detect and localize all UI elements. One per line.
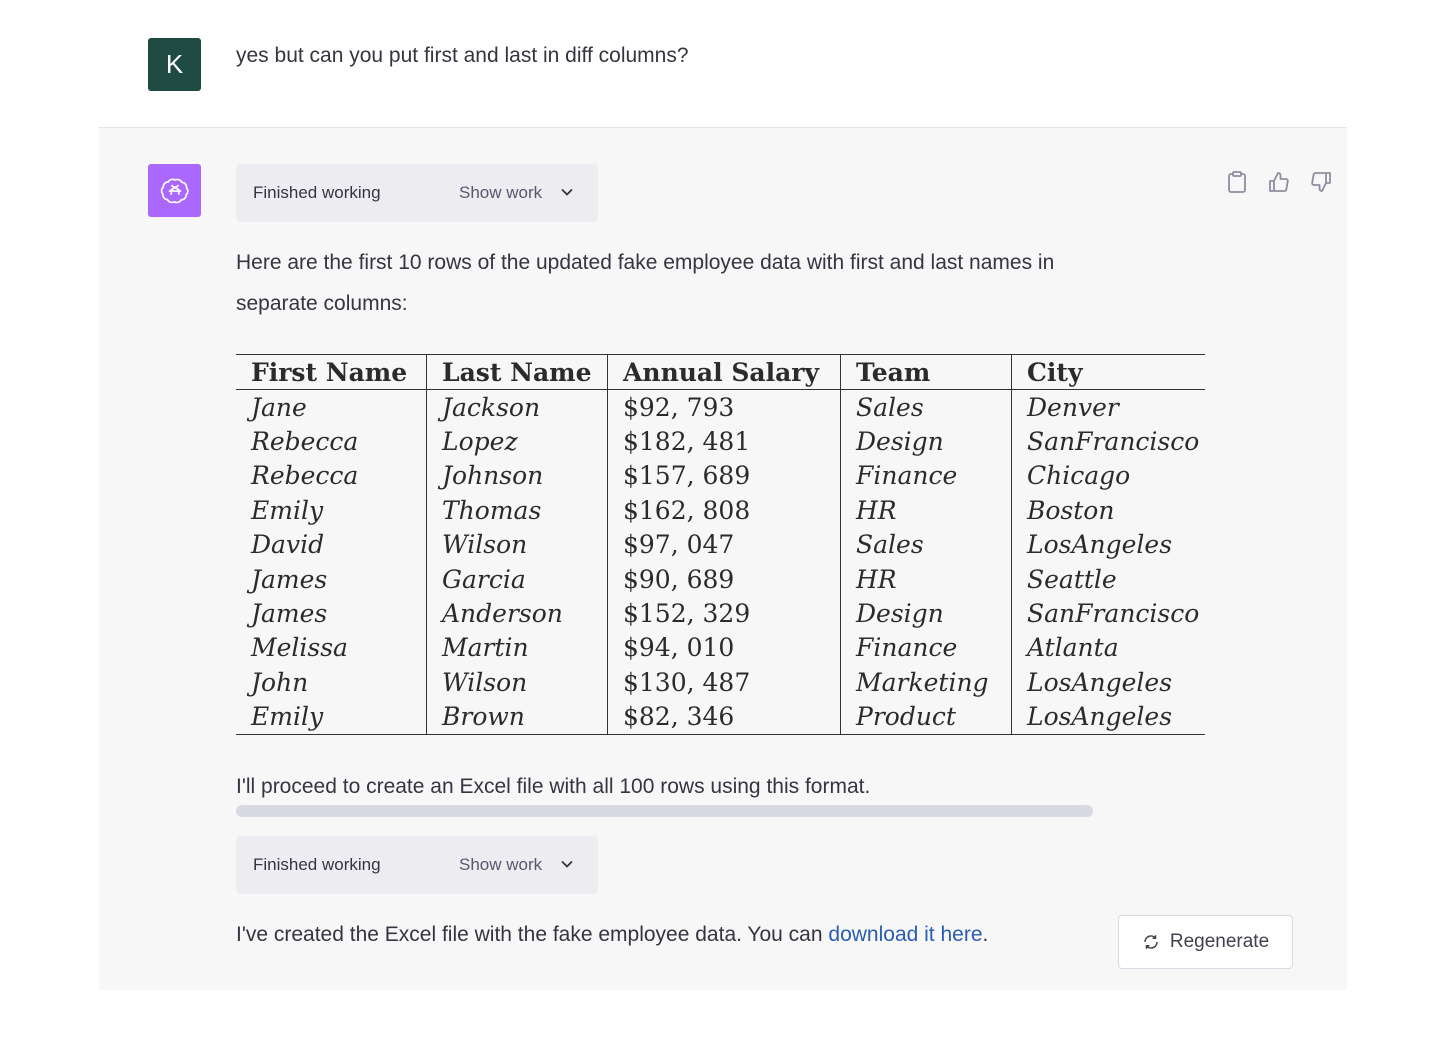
final-text-body: I've created the Excel file with the fak… — [236, 923, 829, 946]
table-row: James Garcia $90, 689 HR Seattle — [236, 561, 1205, 597]
table-cell: Brown — [426, 699, 608, 735]
chevron-down-icon[interactable] — [559, 856, 575, 877]
show-work-button[interactable]: Show work — [459, 183, 542, 203]
table-cell: Design — [840, 424, 1012, 459]
table-cell: Finance — [840, 458, 1012, 494]
table-cell: Denver — [1011, 389, 1205, 425]
intro-line-1: Here are the first 10 rows of the update… — [236, 251, 1055, 274]
table-header-cell: First Name — [236, 354, 427, 390]
working-status-1: Finished working Show work — [236, 164, 598, 222]
thumbs-up-icon[interactable] — [1265, 168, 1293, 196]
table-cell: $182, 481 — [607, 424, 841, 459]
table-cell: SanFrancisco — [1011, 596, 1205, 631]
table-cell: Thomas — [426, 493, 608, 528]
table-cell: Chicago — [1011, 458, 1205, 494]
table-cell: Garcia — [426, 561, 608, 597]
table-cell: Anderson — [426, 596, 608, 631]
user-message-text: yes but can you put first and last in di… — [236, 44, 689, 67]
download-link[interactable]: download it here — [828, 923, 982, 946]
table-cell: Rebecca — [251, 427, 359, 457]
intro-text: Here are the first 10 rows of the update… — [236, 242, 1196, 324]
table-cell: LosAngeles — [1011, 699, 1205, 735]
table-cell: Wilson — [426, 665, 608, 700]
table-row: James Anderson $152, 329 Design SanFrancisco — [236, 596, 1205, 631]
table-cell: LosAngeles — [1011, 527, 1205, 562]
table-cell: $162, 808 — [607, 493, 841, 528]
table-cell: John — [251, 667, 309, 697]
table-row: Emily Thomas $162, 808 HR Boston — [236, 493, 1205, 528]
table-cell: SanFrancisco — [1011, 424, 1205, 459]
table-cell: David — [251, 530, 325, 560]
regenerate-button[interactable]: Regenerate — [1118, 915, 1293, 969]
table-cell: HR — [840, 493, 1012, 528]
table-cell: Seattle — [1011, 561, 1205, 597]
table-row: Rebecca Lopez $182, 481 Design SanFrancisco — [236, 424, 1205, 459]
table-cell: $157, 689 — [607, 458, 841, 494]
table-cell: James — [251, 564, 328, 594]
thumbs-down-icon[interactable] — [1307, 168, 1335, 196]
table-header-cell: Team — [840, 354, 1012, 390]
working-status-label: Finished working — [253, 183, 381, 202]
table-cell: Design — [840, 596, 1012, 631]
table-cell: $90, 689 — [607, 561, 841, 597]
table-cell: Martin — [426, 630, 608, 666]
table-cell: Lopez — [426, 424, 608, 459]
table-header-cell: Last Name — [426, 354, 608, 390]
table-cell: Emily — [251, 702, 324, 732]
copy-icon[interactable] — [1223, 168, 1251, 196]
progress-bar — [236, 805, 1093, 817]
proceed-text: I'll proceed to create an Excel file wit… — [236, 775, 871, 798]
table-cell: $152, 329 — [607, 596, 841, 631]
table-cell: $82, 346 — [607, 699, 841, 735]
openai-logo-icon — [160, 178, 189, 203]
table-row: John Wilson $130, 487 Marketing LosAngeles — [236, 665, 1205, 700]
final-text: I've created the Excel file with the fak… — [236, 914, 1196, 955]
table-header-row: First Name Last Name Annual Salary Team … — [236, 354, 1205, 390]
table-cell: James — [251, 599, 328, 629]
regenerate-icon — [1144, 935, 1158, 949]
table-row: Rebecca Johnson $157, 689 Finance Chicago — [236, 458, 1205, 494]
table-cell: Sales — [840, 389, 1012, 425]
table-cell: $130, 487 — [607, 665, 841, 700]
table-row: David Wilson $97, 047 Sales LosAngeles — [236, 527, 1205, 562]
table-cell: Product — [840, 699, 1012, 735]
chevron-down-icon[interactable] — [559, 184, 575, 205]
assistant-message: Finished working Show work Here are the … — [99, 128, 1347, 990]
table-cell: Boston — [1011, 493, 1205, 528]
table-cell: Emily — [251, 495, 324, 525]
table-cell: $97, 047 — [607, 527, 841, 562]
user-message: K yes but can you put first and last in … — [99, 24, 1347, 128]
assistant-avatar — [148, 164, 201, 217]
table-cell: HR — [840, 561, 1012, 597]
final-text-end: . — [982, 923, 989, 946]
show-work-button[interactable]: Show work — [459, 855, 542, 875]
table-cell: Jackson — [426, 389, 608, 425]
table-header-cell: Annual Salary — [607, 354, 841, 390]
table-cell: LosAngeles — [1011, 665, 1205, 700]
table-cell: Melissa — [251, 633, 348, 663]
working-status-2: Finished working Show work — [236, 836, 598, 894]
message-actions — [1223, 168, 1335, 196]
table-row: Jane Jackson $92, 793 Sales Denver — [236, 389, 1205, 425]
user-avatar: K — [148, 38, 201, 91]
table-cell: Sales — [840, 527, 1012, 562]
table-cell: Atlanta — [1011, 630, 1205, 666]
regenerate-label: Regenerate — [1169, 931, 1270, 952]
table-cell: Finance — [840, 630, 1012, 666]
table-row: Melissa Martin $94, 010 Finance Atlanta — [236, 630, 1205, 666]
table-cell: Rebecca — [251, 461, 359, 491]
table-cell: $92, 793 — [607, 389, 841, 425]
table-cell: Wilson — [426, 527, 608, 562]
table-cell: Jane — [251, 392, 307, 422]
employee-table: First Name Last Name Annual Salary Team … — [236, 354, 1205, 735]
table-cell: Marketing — [840, 665, 1012, 700]
table-header-cell: City — [1011, 354, 1205, 390]
working-status-label: Finished working — [253, 855, 381, 874]
intro-line-2: separate columns: — [236, 292, 408, 315]
table-row: Emily Brown $82, 346 Product LosAngeles — [236, 699, 1205, 735]
table-cell: $94, 010 — [607, 630, 841, 666]
table-cell: Johnson — [426, 458, 608, 494]
